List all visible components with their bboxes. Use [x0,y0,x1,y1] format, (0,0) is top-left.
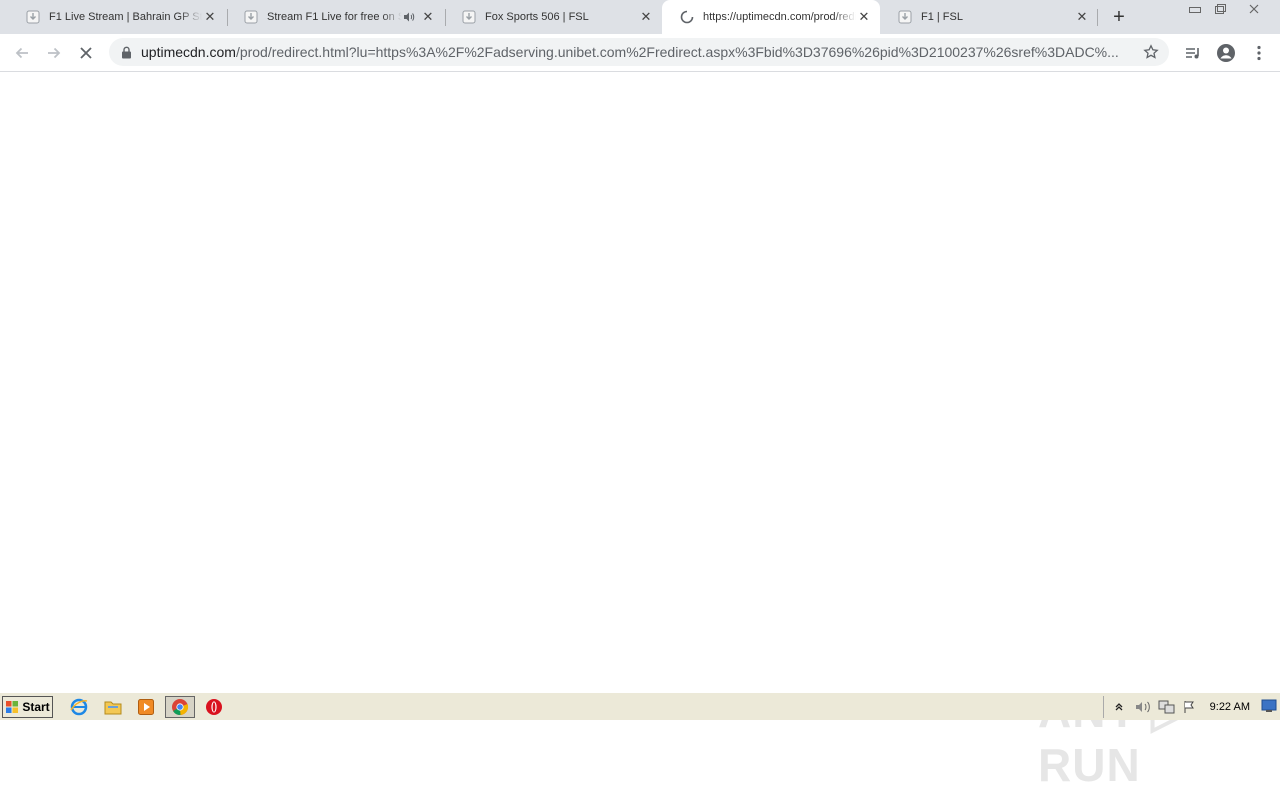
new-tab-button[interactable]: + [1108,6,1130,28]
tab-f1-live-stream[interactable]: F1 Live Stream | Bahrain GP Stream ✕ [8,0,226,34]
tab-separator [1097,9,1098,26]
page-favicon-icon [898,10,912,24]
audio-playing-icon[interactable] [402,10,416,24]
page-favicon-icon [26,10,40,24]
tab-f1-fsl[interactable]: F1 | FSL ✕ [880,0,1098,34]
show-desktop-icon[interactable] [1261,698,1277,714]
account-circle-icon [1217,44,1235,62]
show-hidden-icons-icon[interactable] [1112,700,1126,714]
close-icon [80,47,92,59]
tab-close-icon[interactable]: ✕ [1074,9,1090,25]
playlist-music-icon [1186,48,1199,59]
bookmark-star-icon[interactable] [1141,42,1161,62]
forward-button[interactable] [40,39,68,67]
start-button[interactable]: Start [2,696,53,718]
close-window-button[interactable] [1238,0,1270,18]
chrome-taskbar-button[interactable] [165,696,195,718]
loading-spinner-icon [680,10,694,24]
arrow-left-icon [15,47,28,59]
start-label: Start [22,700,50,714]
file-explorer-icon[interactable] [102,696,124,718]
opera-icon[interactable] [203,696,225,718]
tab-title: Fox Sports 506 | FSL [485,11,589,23]
action-center-flag-icon[interactable] [1182,699,1198,715]
tab-close-icon[interactable]: ✕ [856,9,872,25]
windows-logo-icon [6,701,19,713]
maximize-button[interactable] [1207,0,1233,18]
stop-loading-button[interactable] [72,39,100,67]
url-text[interactable]: uptimecdn.com/prod/redirect.html?lu=http… [141,44,1141,60]
arrow-right-icon [48,47,61,59]
tab-close-icon[interactable]: ✕ [420,9,436,25]
volume-icon[interactable] [1134,699,1152,715]
back-button[interactable] [8,39,36,67]
tab-strip: F1 Live Stream | Bahrain GP Stream ✕ Str… [0,0,1280,34]
page-content: ANY ▷ RUN [0,72,1280,791]
lock-icon[interactable] [119,45,133,59]
tab-title: Stream F1 Live for free on SportsLive [267,11,402,23]
tab-stream-f1[interactable]: Stream F1 Live for free on SportsLive ✕ [226,0,444,34]
tab-uptimecdn-active[interactable]: https://uptimecdn.com/prod/redirect.html… [662,0,880,34]
system-tray: 9:22 AM [1102,693,1280,720]
media-player-icon[interactable] [135,696,157,718]
tab-title: F1 Live Stream | Bahrain GP Stream [49,11,202,23]
menu-button[interactable] [1245,39,1273,67]
tab-close-icon[interactable]: ✕ [638,9,654,25]
tab-title: https://uptimecdn.com/prod/redirect.html [703,11,856,23]
tray-divider [1102,695,1104,718]
taskbar-clock[interactable]: 9:22 AM [1210,701,1250,713]
profile-button[interactable] [1212,39,1240,67]
minimize-button[interactable] [1182,0,1208,18]
page-favicon-icon [244,10,258,24]
chrome-icon [172,699,189,716]
more-vertical-icon [1257,45,1261,61]
url-path: /prod/redirect.html?lu=https%3A%2F%2Fads… [235,44,1119,60]
tab-fox-sports-506[interactable]: Fox Sports 506 | FSL ✕ [444,0,662,34]
page-favicon-icon [462,10,476,24]
url-host: uptimecdn.com [141,44,236,60]
taskbar: Start 9:22 AM [0,692,1280,720]
browser-toolbar: uptimecdn.com/prod/redirect.html?lu=http… [0,34,1280,72]
internet-explorer-icon[interactable] [68,696,90,718]
media-controls-button[interactable] [1179,39,1207,67]
network-icon[interactable] [1158,699,1176,715]
address-bar[interactable]: uptimecdn.com/prod/redirect.html?lu=http… [109,38,1169,66]
tab-close-icon[interactable]: ✕ [202,9,218,25]
tab-title: F1 | FSL [921,11,963,23]
